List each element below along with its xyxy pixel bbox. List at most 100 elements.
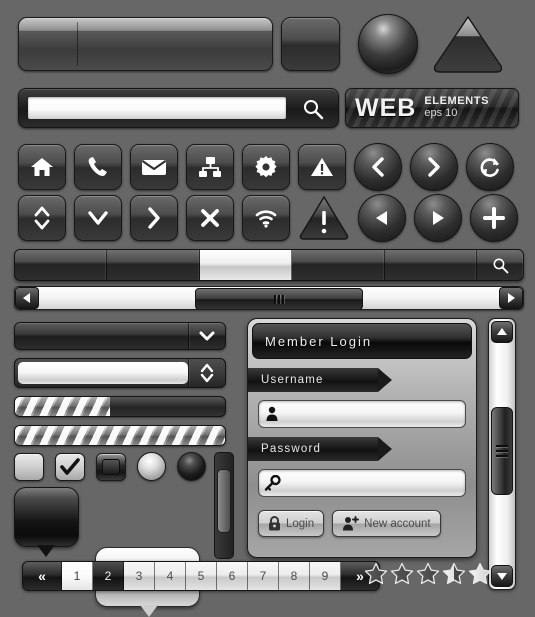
vertical-slider-handle[interactable] (217, 469, 231, 533)
updown-chevron-icon-button[interactable] (18, 195, 66, 241)
refresh-icon-button[interactable] (466, 143, 514, 191)
dropdown-caret-button[interactable] (188, 323, 225, 349)
nav-segment-2[interactable] (107, 250, 200, 280)
play-left-icon-button[interactable] (358, 194, 406, 242)
arrow-down-icon (497, 573, 507, 580)
user-add-icon (343, 516, 360, 531)
arrow-right-icon (508, 293, 515, 303)
updown-chevron-icon (200, 363, 214, 383)
chevron-down-icon (199, 331, 215, 341)
pagination-page-1[interactable]: 1 (62, 562, 93, 590)
banner-subtitle: ELEMENTS eps 10 (424, 96, 489, 119)
radio-dark[interactable] (177, 452, 206, 481)
speech-bubble-dark[interactable] (14, 487, 79, 557)
login-panel-header: Member Login (252, 323, 472, 359)
home-icon-button[interactable] (18, 144, 66, 190)
checkbox-empty[interactable] (14, 452, 44, 481)
scroll-down-button[interactable] (491, 565, 513, 587)
updown-chevron-icon (34, 206, 50, 230)
scroll-left-button[interactable] (15, 287, 39, 309)
progress-bar-partial (14, 396, 226, 417)
nav-segment-1[interactable] (15, 250, 108, 280)
phone-icon (88, 157, 107, 176)
pagination[interactable]: «1 2 3 4 5 6 7 8 9» (22, 561, 380, 591)
vscroll-thumb[interactable] (491, 407, 513, 495)
search-bar[interactable] (18, 88, 339, 128)
nav-segment-4[interactable] (292, 250, 385, 280)
pagination-page-2[interactable]: 2 (93, 562, 124, 590)
nav-segment-3-active[interactable] (199, 250, 293, 280)
number-spinner[interactable] (14, 358, 226, 388)
banner-subtitle-line2: eps 10 (424, 107, 458, 119)
star-rating[interactable] (364, 562, 492, 586)
warning-icon-button[interactable] (298, 144, 346, 190)
username-field-row[interactable] (258, 400, 466, 428)
spinner-stepper-button[interactable] (188, 359, 225, 387)
chevron-right-icon (428, 157, 440, 177)
alert-triangle-icon-button[interactable] (298, 195, 350, 241)
horizontal-scrollbar[interactable] (14, 286, 524, 310)
password-input[interactable] (285, 476, 465, 490)
new-account-button[interactable]: New account (332, 510, 441, 537)
pagination-page-8[interactable]: 8 (279, 562, 310, 590)
segmented-navbar[interactable] (14, 249, 524, 281)
pagination-page-7[interactable]: 7 (248, 562, 279, 590)
sitemap-icon-button[interactable] (186, 144, 234, 190)
radio-light[interactable] (137, 452, 166, 481)
vertical-slider[interactable] (214, 452, 234, 559)
wifi-icon-button[interactable] (242, 195, 290, 241)
checkbox-filled[interactable] (96, 452, 126, 481)
lock-icon (269, 516, 280, 531)
star-icon-2-empty[interactable] (390, 562, 414, 586)
chevron-right-icon-button[interactable] (410, 143, 458, 191)
pagination-page-3[interactable]: 3 (124, 562, 155, 590)
pagination-page-4[interactable]: 4 (155, 562, 186, 590)
grip-line (282, 294, 285, 304)
checkbox-inner (102, 458, 120, 475)
login-actions: Login New account (258, 510, 466, 537)
star-icon-3-empty[interactable] (416, 562, 440, 586)
scroll-right-button[interactable] (499, 287, 523, 309)
chevron-left-icon-button[interactable] (354, 143, 402, 191)
phone-icon-button[interactable] (74, 144, 122, 190)
star-icon-5-full[interactable] (468, 562, 492, 586)
square-glossy-button[interactable] (281, 17, 340, 71)
pagination-page-6[interactable]: 6 (217, 562, 248, 590)
checkbox-checked[interactable] (55, 452, 85, 481)
play-left-icon (376, 211, 387, 225)
progress-bar-full (14, 425, 226, 446)
pagination-page-9[interactable]: 9 (310, 562, 341, 590)
star-icon-1-empty[interactable] (364, 562, 388, 586)
close-x-icon-button[interactable] (186, 195, 234, 241)
scroll-up-button[interactable] (491, 321, 513, 343)
progress-fill (15, 426, 225, 445)
mail-icon-button[interactable] (130, 144, 178, 190)
login-panel-title: Member Login (265, 333, 373, 349)
vertical-scrollbar[interactable] (488, 318, 516, 590)
username-label: Username (261, 374, 324, 386)
nav-search-button[interactable] (477, 250, 523, 280)
circle-glossy-button[interactable] (358, 14, 418, 74)
login-button[interactable]: Login (258, 510, 325, 537)
chevron-down-icon-button[interactable] (74, 195, 122, 241)
refresh-icon (480, 158, 499, 177)
search-icon[interactable] (302, 98, 324, 120)
dropdown-select[interactable] (14, 322, 226, 350)
nav-segment-5[interactable] (385, 250, 478, 280)
plus-icon-button[interactable] (470, 194, 518, 242)
gear-icon-button[interactable] (242, 144, 290, 190)
wide-glossy-bar[interactable] (18, 17, 273, 71)
password-field-row[interactable] (258, 469, 466, 497)
chevron-right-square-icon-button[interactable] (130, 195, 178, 241)
home-icon (31, 158, 53, 176)
pagination-prev[interactable]: « (23, 562, 62, 590)
pagination-page-5[interactable]: 5 (186, 562, 217, 590)
play-right-icon-button[interactable] (414, 194, 462, 242)
search-input[interactable] (28, 97, 286, 119)
username-input[interactable] (285, 407, 465, 421)
triangle-glossy-button[interactable] (432, 14, 504, 74)
star-icon-4-half[interactable] (442, 562, 466, 586)
spinner-value[interactable] (18, 362, 188, 384)
hscroll-thumb[interactable] (195, 288, 363, 309)
hscroll-track[interactable] (39, 288, 499, 309)
